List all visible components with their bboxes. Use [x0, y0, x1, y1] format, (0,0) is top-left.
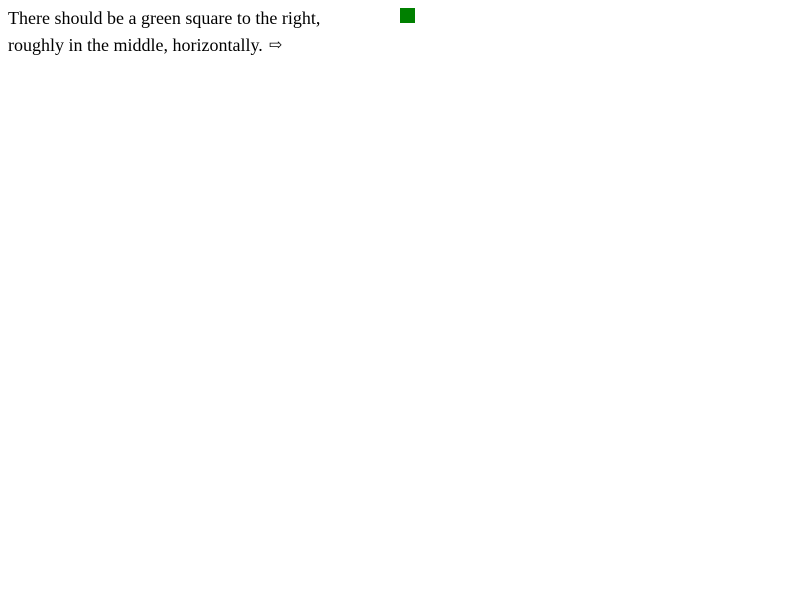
instruction-text: There should be a green square to the ri… — [8, 5, 388, 59]
instruction-line-2-text: roughly in the middle, horizontally. — [8, 35, 263, 55]
right-arrow-icon: ⇨ — [268, 37, 283, 54]
test-page: There should be a green square to the ri… — [0, 0, 800, 600]
instruction-line-1: There should be a green square to the ri… — [8, 8, 321, 28]
instruction-line-2: roughly in the middle, horizontally. ⇨ — [8, 32, 388, 59]
green-square — [400, 8, 415, 23]
